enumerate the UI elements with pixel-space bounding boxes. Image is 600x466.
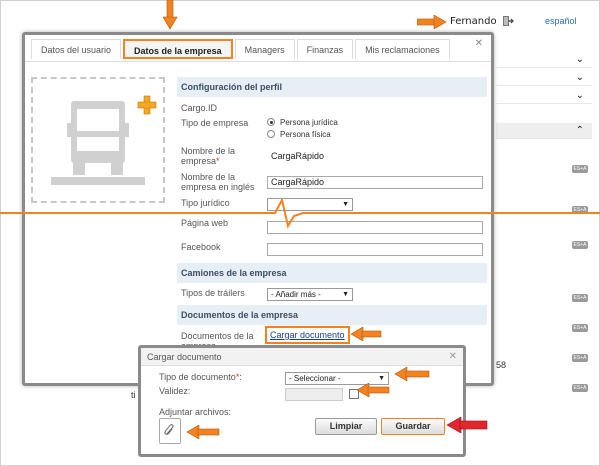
profile-modal: Datos del usuario Datos de la empresa Ma… xyxy=(22,32,494,386)
arrow-left-red-icon xyxy=(446,417,488,433)
company-name-en-input[interactable]: CargaRápido xyxy=(267,176,483,189)
upload-dialog-title: Cargar documento xyxy=(141,348,463,366)
upload-document-link[interactable]: Cargar documento xyxy=(265,326,350,344)
legal-type-label: Tipo jurídico xyxy=(181,198,230,208)
flag-badge: ES+A xyxy=(572,241,588,249)
radio-individual-label: Persona física xyxy=(280,130,331,139)
company-type-label: Tipo de empresa xyxy=(181,118,249,128)
arrow-down-icon xyxy=(162,0,178,30)
company-name-value: CargaRápido xyxy=(271,151,325,161)
trailer-types-select[interactable]: - Añadir más - ▼ xyxy=(267,288,353,301)
attach-file-button[interactable] xyxy=(159,418,181,444)
accordion-row[interactable]: ⌄ xyxy=(496,52,592,68)
save-button[interactable]: Guardar xyxy=(381,418,445,435)
attach-label: Adjuntar archivos: xyxy=(159,407,232,417)
accordion-row[interactable]: ⌄ xyxy=(496,70,592,86)
radio-legal-entity-label: Persona jurídica xyxy=(280,118,338,127)
validity-label: Validez: xyxy=(159,386,191,396)
tab-claims[interactable]: Mis reclamaciones xyxy=(355,39,450,59)
arrow-left-icon xyxy=(356,383,390,397)
language-link[interactable]: español xyxy=(545,16,577,26)
upload-dialog: Cargar documento ✕ Tipo de documento*: -… xyxy=(138,345,466,457)
doc-type-label: Tipo de documento*: xyxy=(159,372,242,382)
arrow-left-icon xyxy=(394,367,430,381)
company-logo-upload[interactable] xyxy=(31,77,165,203)
tab-company-data[interactable]: Datos de la empresa xyxy=(123,39,233,59)
arrow-left-icon xyxy=(350,327,382,341)
side-text: ti xyxy=(131,390,136,400)
chevron-down-icon: ⌄ xyxy=(575,90,584,101)
flag-badge: ES+A xyxy=(572,324,588,332)
facebook-label: Facebook xyxy=(181,242,221,252)
company-name-label: Nombre de la empresa* xyxy=(181,146,236,166)
company-name-en-label: Nombre de la empresa en inglés xyxy=(181,172,255,192)
orange-guide-line xyxy=(0,212,276,214)
chevron-down-icon: ⌄ xyxy=(575,54,584,65)
dropdown-arrow-icon: ▼ xyxy=(342,291,349,298)
section-profile: Configuración del perfil xyxy=(177,77,487,97)
arrow-right-icon xyxy=(417,15,447,29)
arrow-left-icon xyxy=(186,425,220,439)
flag-badge: ES+A xyxy=(572,354,588,362)
trailer-types-label: Tipos de tráilers xyxy=(181,288,245,298)
clear-button[interactable]: Limpiar xyxy=(315,418,377,435)
close-icon[interactable]: ✕ xyxy=(475,38,483,49)
close-icon[interactable]: ✕ xyxy=(449,351,457,362)
tab-user-data[interactable]: Datos del usuario xyxy=(31,39,122,59)
radio-legal-entity[interactable] xyxy=(267,118,275,126)
dropdown-arrow-icon: ▼ xyxy=(342,201,349,208)
website-label: Página web xyxy=(181,218,229,228)
section-trucks: Camiones de la empresa xyxy=(177,263,487,283)
logout-icon[interactable] xyxy=(502,15,514,27)
side-number: 58 xyxy=(496,360,507,370)
tab-divider xyxy=(25,61,491,62)
validity-date-input[interactable] xyxy=(285,388,343,401)
accordion-row[interactable]: ⌄ xyxy=(496,88,592,104)
orange-zigzag-mark xyxy=(274,197,304,229)
user-name[interactable]: Fernando xyxy=(450,16,497,27)
facebook-input[interactable] xyxy=(267,243,483,256)
tab-managers[interactable]: Managers xyxy=(234,39,295,59)
orange-guide-line xyxy=(302,212,600,214)
chevron-down-icon: ⌄ xyxy=(575,72,584,83)
tab-finances[interactable]: Finanzas xyxy=(296,39,354,59)
chevron-up-icon: ⌃ xyxy=(575,125,584,136)
flag-badge: ES+A xyxy=(572,294,588,302)
flag-badge: ES+A xyxy=(572,165,588,173)
plus-icon[interactable] xyxy=(137,95,157,115)
accordion-row-open[interactable]: ⌃ xyxy=(496,123,592,139)
radio-individual[interactable] xyxy=(267,130,275,138)
top-bar: Fernando español xyxy=(0,0,600,36)
paperclip-icon xyxy=(164,424,174,435)
flag-badge: ES+A xyxy=(572,384,588,392)
section-documents: Documentos de la empresa xyxy=(177,305,487,325)
tab-bar: Datos del usuario Datos de la empresa Ma… xyxy=(31,39,452,61)
cargo-id-label: Cargo.ID xyxy=(181,103,218,113)
